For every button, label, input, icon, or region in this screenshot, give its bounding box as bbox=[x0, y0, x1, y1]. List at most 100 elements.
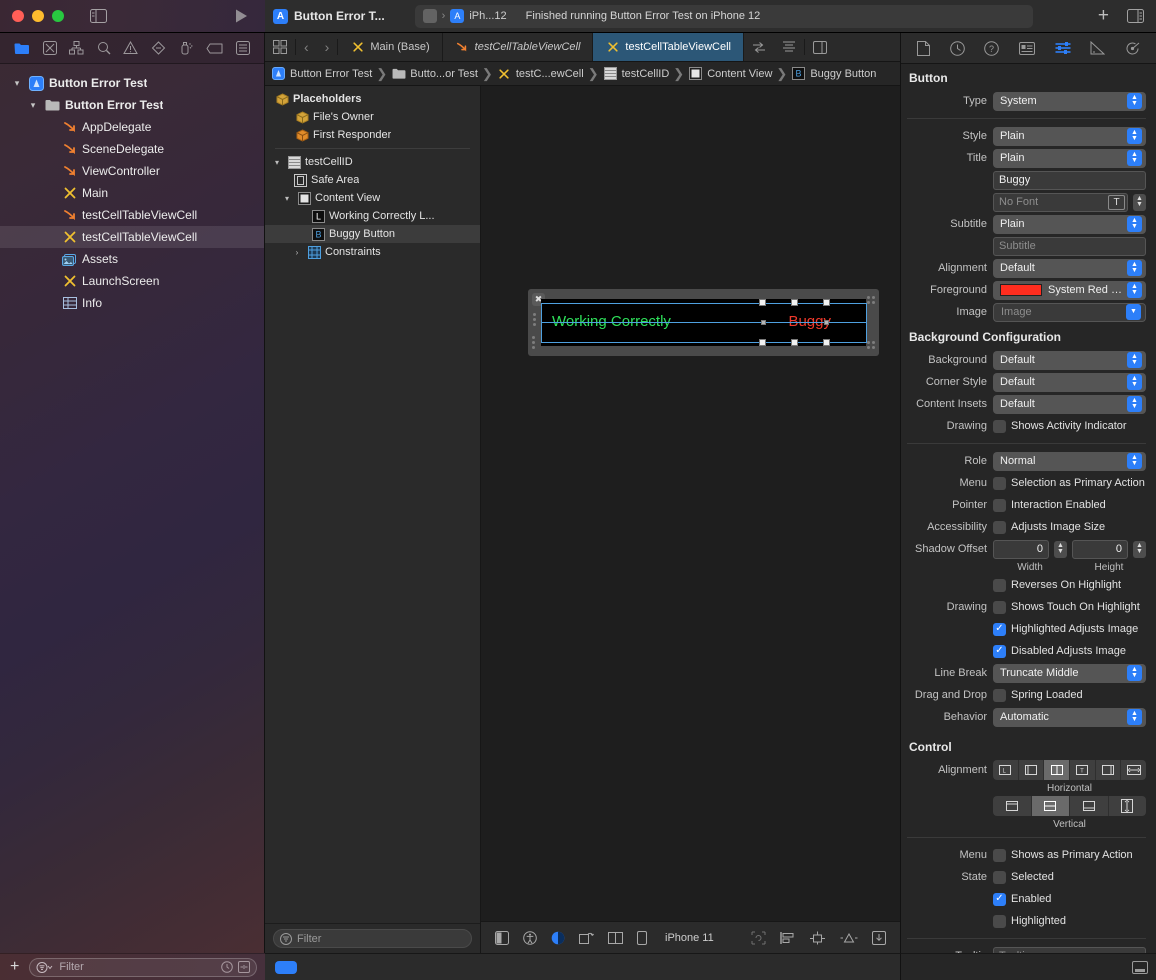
alignment-popup[interactable]: Default ▲ ▼ bbox=[993, 258, 1146, 278]
breadcrumb-item-file[interactable]: testC...ewCell bbox=[497, 66, 584, 81]
tab-testcelltableviewcell-xib[interactable]: testCellTableViewCell bbox=[593, 33, 744, 61]
outline-item-placeholders[interactable]: Placeholders bbox=[265, 90, 480, 108]
nav-item-group[interactable]: ▾ Button Error Test bbox=[0, 94, 264, 116]
breadcrumb-item-button[interactable]: B Buggy Button bbox=[791, 66, 876, 81]
subtitle-text-input[interactable]: Subtitle bbox=[993, 236, 1146, 256]
enabled-checkbox[interactable] bbox=[993, 892, 1006, 906]
update-frames-icon[interactable] bbox=[751, 931, 766, 945]
horizontal-alignment-segmented[interactable]: L T bbox=[993, 760, 1146, 780]
highlighted-adjusts-image-checkbox[interactable] bbox=[993, 622, 1006, 636]
align-vfill-icon[interactable] bbox=[1109, 796, 1147, 816]
disclosure-triangle-icon[interactable]: ▾ bbox=[10, 78, 24, 89]
disclosure-triangle-icon[interactable]: › bbox=[291, 248, 303, 257]
selection-handle[interactable] bbox=[759, 339, 766, 346]
interaction-enabled-checkbox[interactable] bbox=[993, 498, 1006, 512]
role-popup[interactable]: Normal ▲ ▼ bbox=[993, 451, 1146, 471]
run-button[interactable] bbox=[233, 8, 249, 24]
title-style-popup[interactable]: Plain ▲ ▼ bbox=[993, 148, 1146, 168]
align-text-icon[interactable]: T bbox=[1070, 760, 1096, 780]
shows-activity-indicator-checkbox[interactable] bbox=[993, 419, 1006, 433]
content-insets-popup[interactable]: Default ▲ ▼ bbox=[993, 394, 1146, 414]
orientation-icon[interactable] bbox=[579, 931, 594, 945]
scheme-chip[interactable]: A Button Error T... bbox=[273, 8, 385, 24]
disclosure-triangle-icon[interactable]: ▾ bbox=[26, 100, 40, 111]
pin-icon[interactable] bbox=[809, 931, 826, 945]
align-center-icon[interactable] bbox=[1044, 760, 1071, 780]
line-break-popup[interactable]: Truncate Middle ▲ ▼ bbox=[993, 663, 1146, 683]
nav-item-testcelltableviewcell-xib[interactable]: testCellTableViewCell bbox=[0, 226, 264, 248]
breakpoint-icon[interactable] bbox=[206, 43, 223, 54]
highlighted-checkbox[interactable] bbox=[993, 914, 1006, 928]
reverses-on-highlight-checkbox[interactable] bbox=[993, 578, 1006, 592]
selection-handle[interactable] bbox=[791, 339, 798, 346]
shadow-offset-height-input[interactable]: 0 bbox=[1072, 539, 1128, 559]
shows-as-primary-action-checkbox[interactable] bbox=[993, 848, 1006, 862]
disclosure-triangle-icon[interactable]: ▾ bbox=[271, 158, 283, 167]
nav-item-main[interactable]: Main bbox=[0, 182, 264, 204]
table-view-cell-frame[interactable]: ✖ Working Correctly Buggy bbox=[528, 289, 879, 356]
navigator-filter-input[interactable]: Filter bbox=[29, 957, 257, 977]
project-navigator-tree[interactable]: ▾ Button Error Test ▾ Button Error Test bbox=[0, 64, 264, 953]
device-name-label[interactable]: iPhone 11 bbox=[665, 932, 714, 944]
chevron-updown-icon[interactable]: ▲ ▼ bbox=[1127, 374, 1142, 390]
file-inspector-icon[interactable] bbox=[916, 40, 930, 56]
chevron-updown-icon[interactable]: ▲ ▼ bbox=[1127, 709, 1142, 725]
chevron-updown-icon[interactable]: ▲ ▼ bbox=[1127, 260, 1142, 276]
attributes-inspector-icon[interactable] bbox=[1055, 41, 1071, 55]
type-popup[interactable]: System ▲ ▼ bbox=[993, 91, 1146, 111]
minimize-button[interactable] bbox=[32, 10, 44, 22]
nav-item-testcelltableviewcell-swift[interactable]: testCellTableViewCell bbox=[0, 204, 264, 226]
back-button[interactable]: ‹ bbox=[296, 33, 317, 61]
breadcrumb[interactable]: Button Error Test ❯ Butto...or Test ❯ te… bbox=[265, 62, 900, 86]
shadow-width-stepper[interactable]: ▲ ▼ bbox=[1054, 540, 1067, 558]
chevron-updown-icon[interactable]: ▲ ▼ bbox=[1127, 352, 1142, 368]
nav-item-project[interactable]: ▾ Button Error Test bbox=[0, 72, 264, 94]
accessibility-icon[interactable] bbox=[523, 930, 537, 945]
nav-item-launchscreen[interactable]: LaunchScreen bbox=[0, 270, 264, 292]
selection-handle[interactable] bbox=[759, 299, 766, 306]
chevron-updown-icon[interactable]: ▲ ▼ bbox=[1127, 128, 1142, 144]
disclosure-triangle-icon[interactable]: ▾ bbox=[281, 194, 293, 203]
embed-icon[interactable] bbox=[872, 930, 886, 945]
align-leading-icon[interactable] bbox=[1019, 760, 1045, 780]
nav-item-assets[interactable]: Assets bbox=[0, 248, 264, 270]
selection-handle[interactable] bbox=[761, 320, 766, 325]
selection-primary-action-checkbox[interactable] bbox=[993, 476, 1006, 490]
report-icon[interactable] bbox=[235, 41, 250, 55]
outline-item-testcellid[interactable]: ▾ testCellID bbox=[265, 153, 480, 171]
align-icon[interactable] bbox=[780, 931, 795, 945]
appearance-icon[interactable] bbox=[551, 931, 565, 945]
chevron-updown-icon[interactable]: ▲ ▼ bbox=[1127, 396, 1142, 412]
breadcrumb-item-contentview[interactable]: Content View bbox=[688, 66, 772, 81]
shows-touch-on-highlight-checkbox[interactable] bbox=[993, 600, 1006, 614]
assistant-editor-icon[interactable] bbox=[744, 33, 774, 61]
breadcrumb-item-cell[interactable]: testCellID bbox=[603, 66, 669, 81]
chevron-updown-icon[interactable]: ▲ ▼ bbox=[1127, 665, 1142, 681]
nav-item-appdelegate[interactable]: AppDelegate bbox=[0, 116, 264, 138]
outline-item-files-owner[interactable]: File's Owner bbox=[265, 108, 480, 126]
outline-item-buggy-button[interactable]: B Buggy Button bbox=[265, 225, 480, 243]
toggle-outline-icon[interactable] bbox=[805, 33, 835, 61]
resolve-issues-icon[interactable] bbox=[840, 931, 858, 945]
font-stepper[interactable]: ▲ ▼ bbox=[1133, 193, 1146, 211]
interface-builder-canvas[interactable]: ✖ Working Correctly Buggy bbox=[481, 86, 900, 921]
nav-item-viewcontroller[interactable]: ViewController bbox=[0, 160, 264, 182]
close-button[interactable] bbox=[12, 10, 24, 22]
selection-handle[interactable] bbox=[824, 320, 829, 325]
outline-item-content-view[interactable]: ▾ Content View bbox=[265, 189, 480, 207]
split-view-icon[interactable] bbox=[608, 931, 623, 944]
font-field[interactable]: No Font T bbox=[993, 192, 1128, 212]
corner-style-popup[interactable]: Default ▲ ▼ bbox=[993, 372, 1146, 392]
shadow-height-stepper[interactable]: ▲ ▼ bbox=[1133, 540, 1146, 558]
outline-item-first-responder[interactable]: First Responder bbox=[265, 126, 480, 144]
chevron-updown-icon[interactable]: ▲ ▼ bbox=[1127, 150, 1142, 166]
font-picker-icon[interactable]: T bbox=[1108, 194, 1125, 210]
vertical-alignment-segmented[interactable] bbox=[993, 796, 1146, 816]
breadcrumb-item-project[interactable]: Button Error Test bbox=[271, 66, 372, 81]
window-controls[interactable] bbox=[12, 10, 64, 22]
minimap-icon[interactable] bbox=[774, 33, 804, 61]
chevron-down-icon[interactable]: ▼ bbox=[1126, 304, 1141, 320]
chevron-updown-icon[interactable]: ▲ ▼ bbox=[1127, 453, 1142, 469]
behavior-popup[interactable]: Automatic ▲ ▼ bbox=[993, 707, 1146, 727]
align-left-icon[interactable]: L bbox=[993, 760, 1019, 780]
